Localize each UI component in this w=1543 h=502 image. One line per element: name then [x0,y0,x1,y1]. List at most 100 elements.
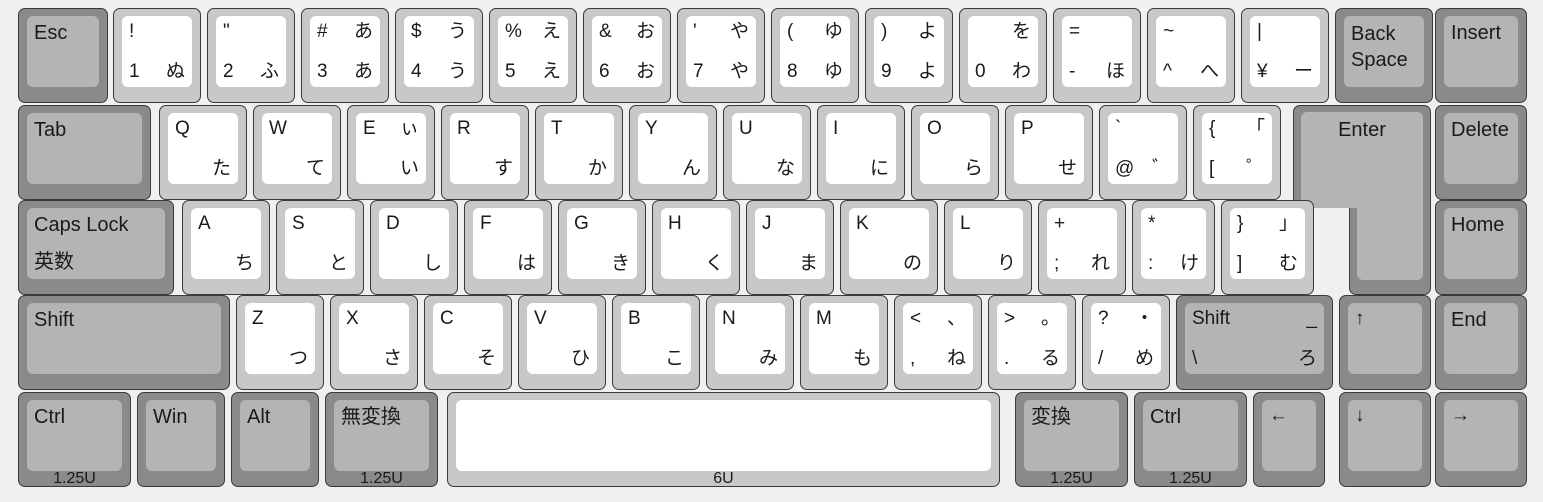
key-digit-7[interactable]: ' や 7 や [677,8,765,103]
key-key-b[interactable]: Bこ [612,295,700,390]
key-legend-kana-key-j: ま [798,253,818,274]
key-digit-4[interactable]: $ う 4 う [395,8,483,103]
key-comma[interactable]: < 、, ね [894,295,982,390]
keycap-delete: Delete [1444,113,1518,184]
key-arrow-left[interactable]: ← [1253,392,1325,487]
key-yen[interactable]: | ¥ ー [1241,8,1329,103]
key-space[interactable]: 6U [447,392,1000,487]
key-delete[interactable]: Delete [1435,105,1527,200]
key-legends-digit-2: " 2 ふ [223,20,279,83]
key-legend-kana-shifted-slash: ・ [1134,308,1154,329]
key-key-t[interactable]: Tか [535,105,623,200]
key-legend-shifted-key-k: K [856,213,869,234]
key-key-s[interactable]: Sと [276,200,364,295]
key-digit-6[interactable]: & お 6 お [583,8,671,103]
key-legends-digit-4: $ う 4 う [411,20,467,83]
key-legends-key-r: Rす [457,117,513,180]
key-key-i[interactable]: Iに [817,105,905,200]
key-key-k[interactable]: Kの [840,200,938,295]
keycap-yen: | ¥ ー [1250,16,1320,87]
key-insert[interactable]: Insert [1435,8,1527,103]
key-digit-3[interactable]: # あ 3 あ [301,8,389,103]
key-semicolon[interactable]: +; れ [1038,200,1126,295]
key-win[interactable]: Win [137,392,225,487]
key-shift-left[interactable]: Shift [18,295,230,390]
key-digit-5[interactable]: % え 5 え [489,8,577,103]
key-arrow-right[interactable]: → [1435,392,1527,487]
key-legends-key-g: Gき [574,212,630,275]
key-legend-shifted-key-p: P [1021,118,1034,139]
key-key-m[interactable]: Mも [800,295,888,390]
key-legends-key-n: Nみ [722,307,778,370]
key-legend-shifted-minus: = [1069,21,1081,42]
key-digit-2[interactable]: " 2 ふ [207,8,295,103]
key-colon[interactable]: *: け [1132,200,1215,295]
keycap-digit-0: を 0 わ [968,16,1038,87]
key-key-v[interactable]: Vひ [518,295,606,390]
key-period[interactable]: > 。. る [988,295,1076,390]
key-legends-arrow-down: ↓ [1355,404,1415,467]
key-key-l[interactable]: Lり [944,200,1032,295]
key-label-insert: Insert [1451,22,1502,44]
key-key-j[interactable]: Jま [746,200,834,295]
key-key-e[interactable]: E ぃい [347,105,435,200]
key-end[interactable]: End [1435,295,1527,390]
key-legend-kana-key-f: は [516,253,536,274]
key-bracket-left[interactable]: {「 [゜ [1193,105,1281,200]
key-key-f[interactable]: Fは [464,200,552,295]
key-digit-9[interactable]: ) よ 9 よ [865,8,953,103]
key-key-p[interactable]: Pせ [1005,105,1093,200]
key-key-u[interactable]: Uな [723,105,811,200]
keycap-key-o: Oら [920,113,990,184]
key-key-a[interactable]: Aち [182,200,270,295]
key-muhenkan[interactable]: 無変換 1.25U [325,392,438,487]
key-legend-kana-digit-8: ゆ [823,61,843,82]
keycap-arrow-up: ↑ [1348,303,1422,374]
key-shift-right[interactable]: Shift _ \ ろ [1176,295,1333,390]
key-key-g[interactable]: Gき [558,200,646,295]
key-key-h[interactable]: Hく [652,200,740,295]
key-esc[interactable]: Esc [18,8,108,103]
key-digit-0[interactable]: を 0 わ [959,8,1047,103]
key-henkan[interactable]: 変換 1.25U [1015,392,1128,487]
key-legend-kana-semicolon: れ [1090,253,1110,274]
key-at[interactable]: ` @ ゛ [1099,105,1187,200]
key-caps-lock[interactable]: Caps Lock 英数 [18,200,174,295]
key-bracket-right[interactable]: } 」] む [1221,200,1314,295]
keycap-period: > 。. る [997,303,1067,374]
key-key-y[interactable]: Yん [629,105,717,200]
key-legend-shifted-key-l: L [960,213,971,234]
key-tab[interactable]: Tab [18,105,151,200]
key-label-home: Home [1451,214,1505,236]
key-arrow-down[interactable]: ↓ [1339,392,1431,487]
keycap-key-e: E ぃい [356,113,426,184]
key-key-w[interactable]: Wて [253,105,341,200]
key-backspace[interactable]: Back Space [1335,8,1433,103]
key-legend-base-digit-5: 5 [505,61,516,82]
key-caret[interactable]: ~ ^ へ [1147,8,1235,103]
key-key-z[interactable]: Zつ [236,295,324,390]
key-home[interactable]: Home [1435,200,1527,295]
key-key-d[interactable]: Dし [370,200,458,295]
key-ctrl-right[interactable]: Ctrl 1.25U [1134,392,1247,487]
key-key-q[interactable]: Qた [159,105,247,200]
key-legend-shifted-key-d: D [386,213,400,234]
key-key-r[interactable]: Rす [441,105,529,200]
key-key-n[interactable]: Nみ [706,295,794,390]
keycap-digit-1: ! 1 ぬ [122,16,192,87]
key-key-c[interactable]: Cそ [424,295,512,390]
key-legend-kana-bracket-right: む [1278,253,1298,274]
key-digit-8[interactable]: (ゆ 8 ゆ [771,8,859,103]
key-legend-shifted-key-b: B [628,308,641,329]
key-arrow-up[interactable]: ↑ [1339,295,1431,390]
key-ctrl-left[interactable]: Ctrl 1.25U [18,392,131,487]
key-digit-1[interactable]: ! 1 ぬ [113,8,201,103]
keycap-digit-3: # あ 3 あ [310,16,380,87]
key-slash[interactable]: ? ・ / め [1082,295,1170,390]
key-key-o[interactable]: Oら [911,105,999,200]
key-minus[interactable]: = - ほ [1053,8,1141,103]
key-legends-digit-7: ' や 7 や [693,20,749,83]
key-legend-kana-digit-1: ぬ [165,61,185,82]
key-key-x[interactable]: Xさ [330,295,418,390]
key-alt-left[interactable]: Alt [231,392,319,487]
